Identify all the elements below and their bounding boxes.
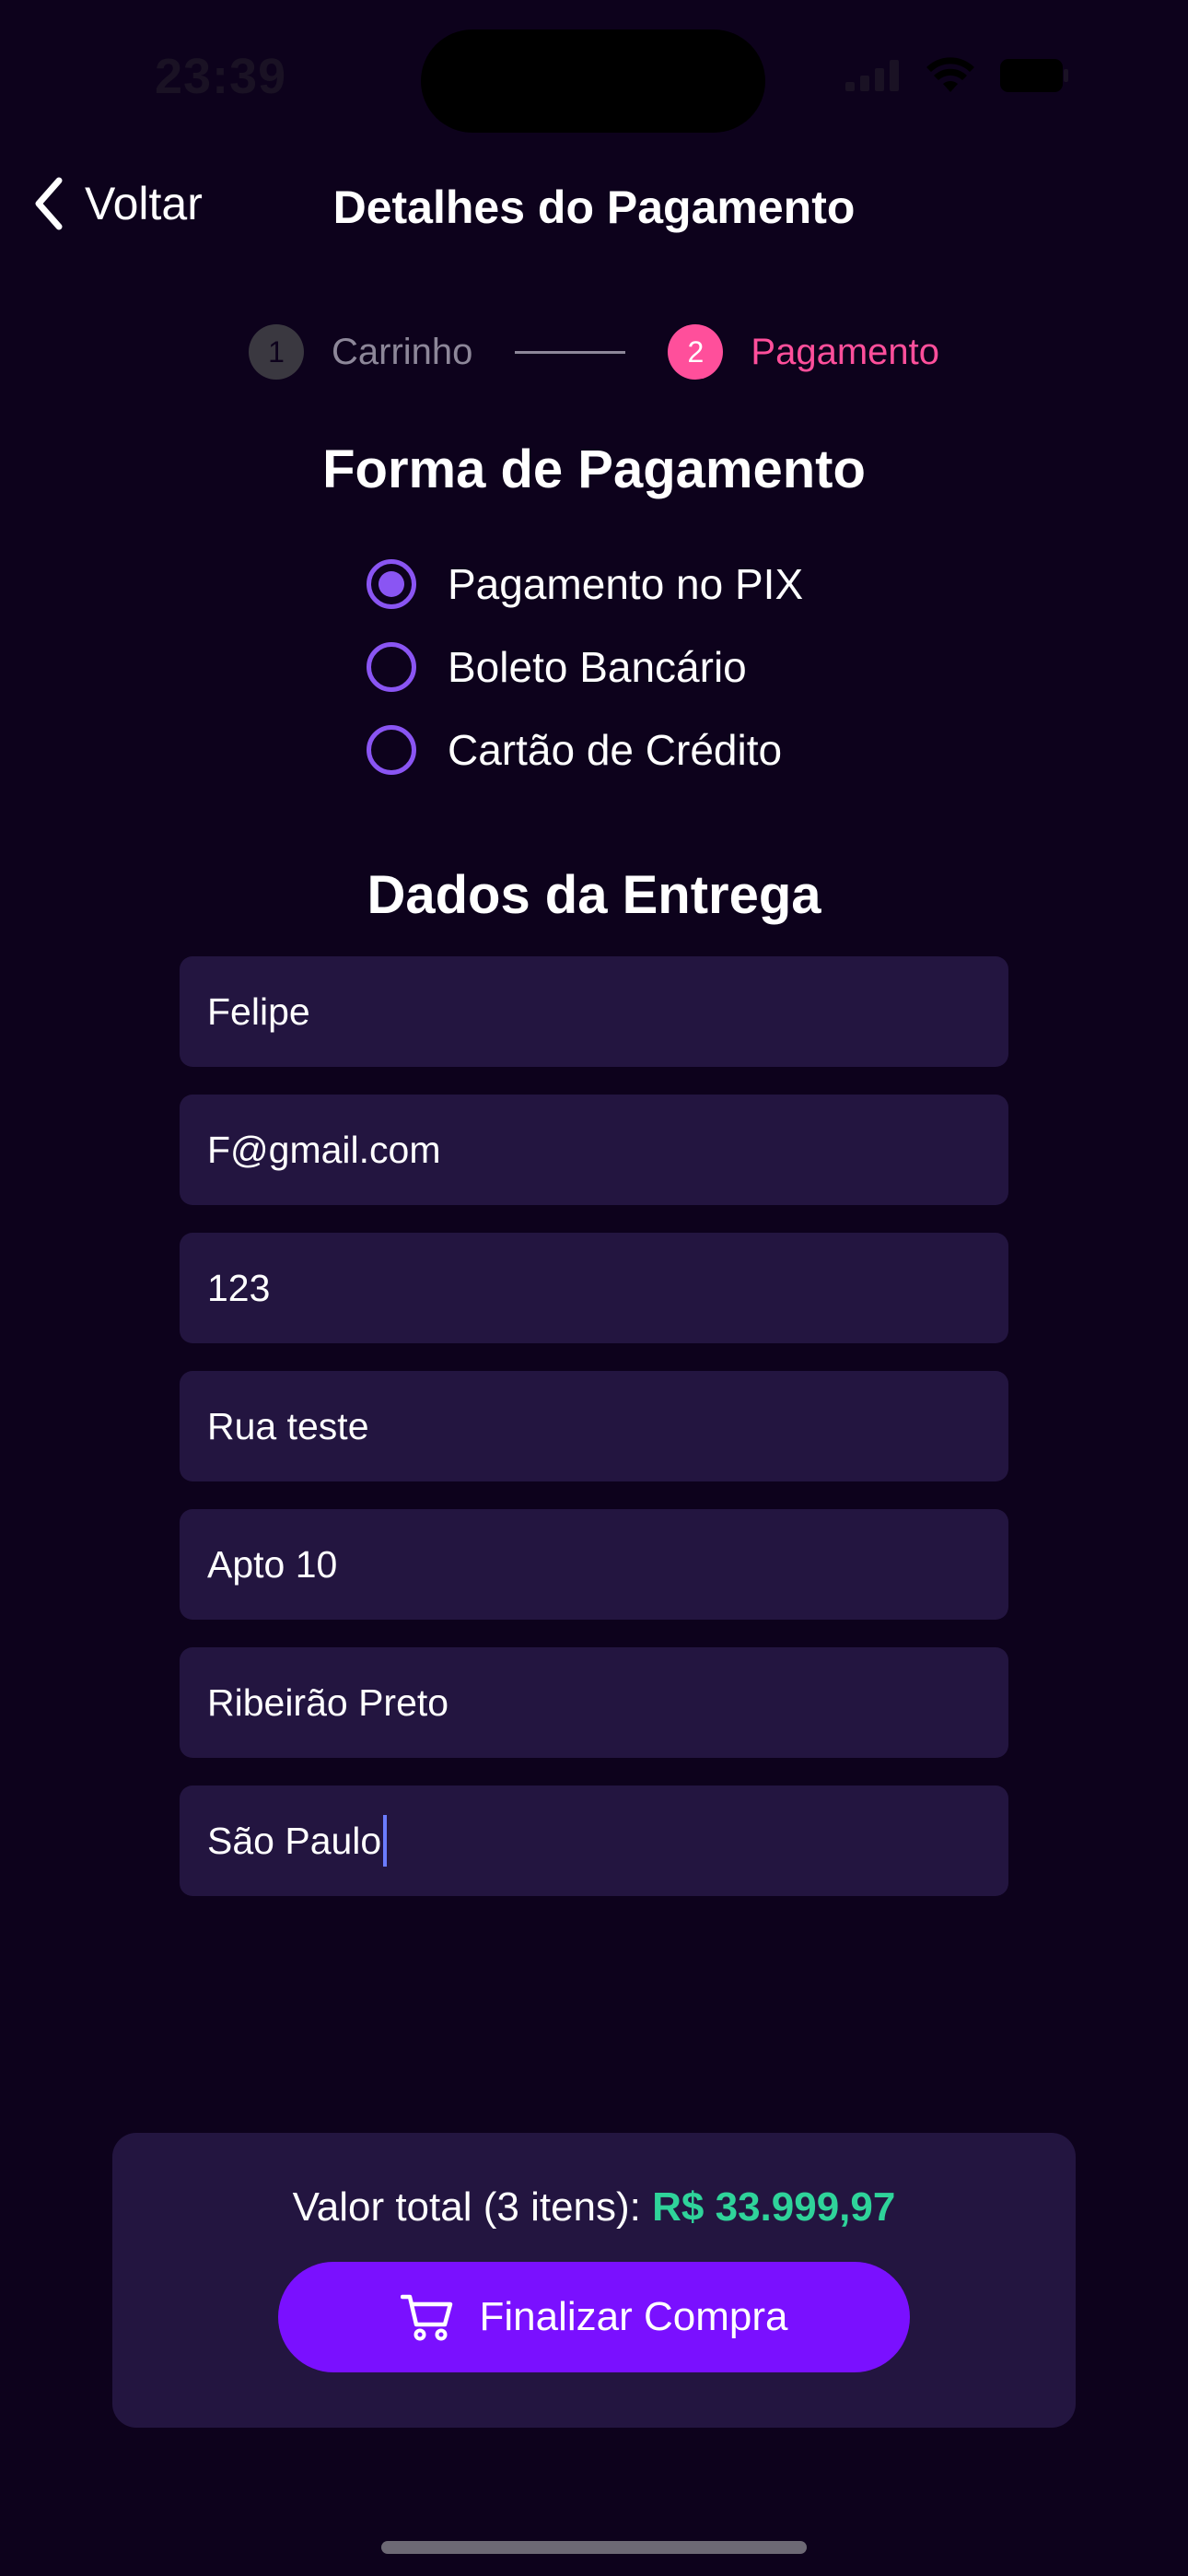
total-line: Valor total (3 itens): R$ 33.999,97 — [112, 2184, 1076, 2231]
wifi-icon — [926, 57, 974, 92]
status-time: 23:39 — [155, 49, 287, 104]
radio-button[interactable] — [367, 642, 416, 692]
name-input[interactable] — [207, 989, 1008, 1034]
finalize-purchase-label: Finalizar Compra — [479, 2294, 788, 2339]
payment-section-title: Forma de Pagamento — [322, 439, 866, 499]
payment-option-credit-card[interactable]: Cartão de Crédito — [367, 725, 782, 775]
radio-button[interactable] — [367, 559, 416, 609]
step-label-carrinho: Carrinho — [332, 331, 473, 372]
signal-icon — [845, 60, 899, 91]
complement-input[interactable] — [207, 1542, 1008, 1587]
home-indicator[interactable] — [381, 2541, 807, 2554]
state-input[interactable]: São Paulo — [207, 1820, 381, 1863]
payment-option-label: Pagamento no PIX — [448, 560, 804, 608]
step-number-carrinho: 1 — [249, 324, 304, 380]
step-connector — [515, 350, 626, 354]
radio-selected-dot — [379, 571, 404, 597]
street-input[interactable] — [207, 1404, 1008, 1448]
status-icons — [845, 57, 1068, 94]
cart-icon — [400, 2294, 452, 2341]
text-caret — [383, 1815, 388, 1867]
radio-button[interactable] — [367, 725, 416, 775]
battery-icon — [1000, 59, 1068, 92]
payment-option-label: Cartão de Crédito — [448, 726, 783, 774]
payment-option-pix[interactable]: Pagamento no PIX — [367, 559, 803, 609]
delivery-section-title: Dados da Entrega — [367, 865, 821, 925]
state-field[interactable]: São Paulo — [180, 1786, 1008, 1896]
page-title: Detalhes do Pagamento — [332, 181, 856, 233]
street-field[interactable] — [180, 1371, 1008, 1481]
checkout-stepper: 1 Carrinho 2 Pagamento — [0, 324, 1188, 380]
payment-option-boleto[interactable]: Boleto Bancário — [367, 642, 747, 692]
total-value: R$ 33.999,97 — [652, 2184, 896, 2230]
finalize-purchase-button[interactable]: Finalizar Compra — [278, 2262, 910, 2372]
city-field[interactable] — [180, 1647, 1008, 1758]
dynamic-island — [421, 29, 765, 133]
payment-option-label: Boleto Bancário — [448, 643, 747, 691]
city-input[interactable] — [207, 1680, 1008, 1725]
checkout-summary: Valor total (3 itens): R$ 33.999,97 Fina… — [112, 2133, 1076, 2428]
email-field[interactable] — [180, 1095, 1008, 1205]
complement-field[interactable] — [180, 1509, 1008, 1620]
email-input[interactable] — [207, 1128, 1008, 1172]
name-field[interactable] — [180, 956, 1008, 1067]
step-number-pagamento: 2 — [668, 324, 724, 380]
number-input[interactable] — [207, 1266, 1008, 1310]
total-label: Valor total (3 itens): — [292, 2184, 653, 2230]
step-label-pagamento: Pagamento — [751, 331, 939, 372]
number-field[interactable] — [180, 1233, 1008, 1343]
